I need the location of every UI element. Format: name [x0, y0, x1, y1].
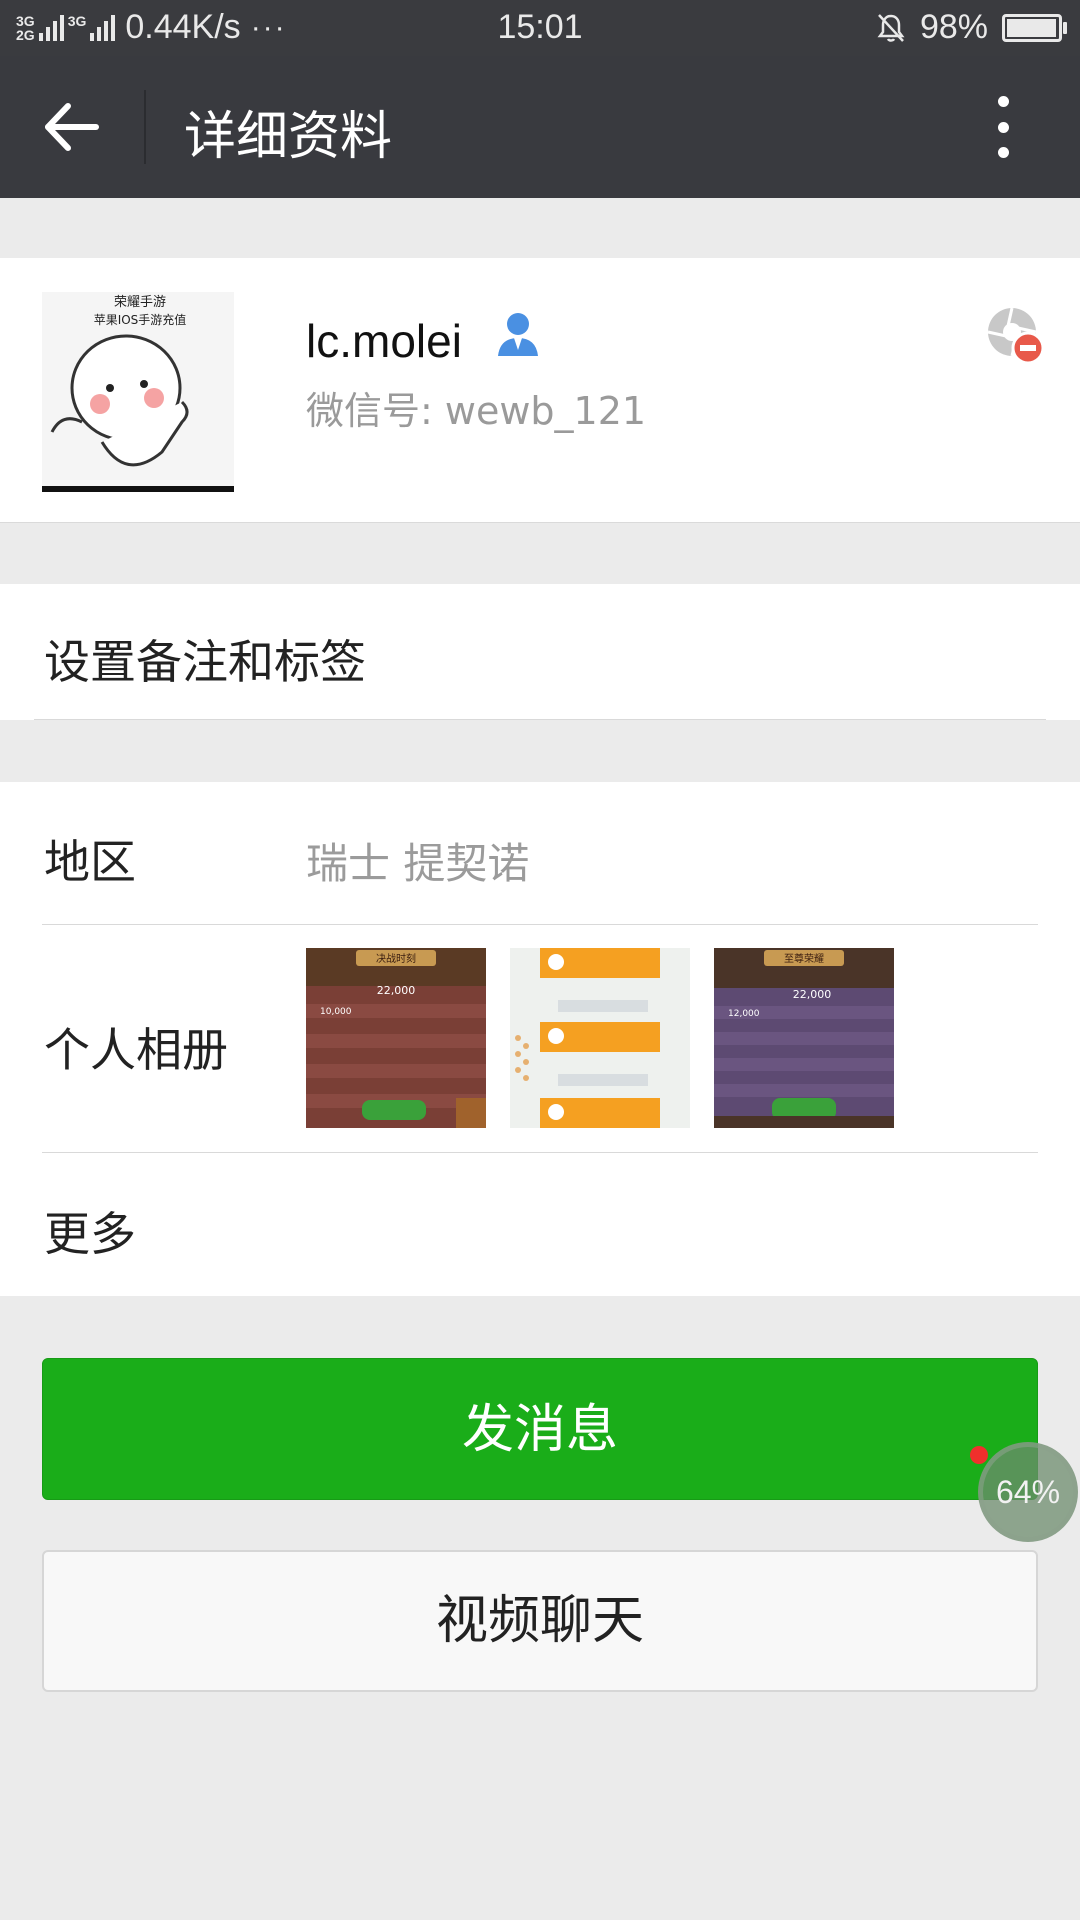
more-button[interactable] [988, 96, 1018, 158]
arrow-left-icon [45, 103, 99, 151]
dot [997, 96, 1009, 107]
dot [997, 147, 1009, 158]
page-title: 详细资料 [184, 107, 393, 167]
video-chat-button[interactable]: 视频聊天 [42, 1550, 1038, 1692]
title-bar: 详细资料 [0, 56, 1080, 198]
avatar-text-2: 苹果IOS手游充值 [94, 312, 187, 327]
album-thumbnail-3[interactable]: 至尊荣耀 22,000 12,000 [714, 948, 894, 1128]
album-thumbnail-2[interactable] [510, 948, 690, 1128]
person-icon [498, 313, 538, 356]
divider [34, 719, 1046, 720]
send-message-button[interactable]: 发消息 [42, 1358, 1038, 1500]
dot [997, 121, 1009, 133]
moments-blocked-icon [987, 307, 1045, 365]
status-bar: 3G 2G 3G 0.44K/s ··· 15:01 98% [0, 0, 1080, 56]
remark-label: 设置备注和标签 [44, 635, 366, 689]
album-label: 个人相册 [44, 1023, 228, 1077]
remark-row[interactable]: 设置备注和标签 [0, 584, 1080, 720]
profile-card: 荣耀手游 苹果IOS手游充值 lc.molei 微信号: wewb_121 [0, 258, 1080, 523]
title-divider [144, 90, 146, 164]
divider [42, 924, 1038, 925]
region-value: 瑞士 提契诺 [306, 839, 530, 888]
avatar[interactable]: 荣耀手游 苹果IOS手游充值 [42, 292, 234, 492]
bell-muted-icon [877, 13, 905, 42]
battery-icon [1002, 13, 1067, 42]
battery-percent: 98% [919, 8, 988, 46]
svg-text:10,000: 10,000 [320, 1007, 352, 1017]
album-thumbnail-1[interactable]: 决战时刻 22,000 10,000 [306, 948, 486, 1128]
more-row-label[interactable]: 更多 [44, 1198, 136, 1264]
svg-text:决战时刻: 决战时刻 [376, 952, 416, 965]
wechat-id: 微信号: wewb_121 [306, 389, 647, 433]
profile-name: lc.molei [306, 315, 462, 367]
svg-text:12,000: 12,000 [728, 1009, 760, 1019]
divider [42, 1152, 1038, 1153]
svg-text:22,000: 22,000 [793, 988, 832, 1001]
back-button[interactable] [40, 96, 102, 158]
svg-text:22,000: 22,000 [377, 984, 416, 997]
status-right: 98% [876, 8, 1067, 47]
svg-text:至尊荣耀: 至尊荣耀 [784, 952, 824, 965]
region-label: 地区 [44, 835, 136, 889]
avatar-text-1: 荣耀手游 [114, 295, 166, 310]
info-card: 地区 瑞士 提契诺 个人相册 决战时刻 22,000 10,000 至尊荣耀 2… [0, 782, 1080, 1296]
avatar-image: 荣耀手游 苹果IOS手游充值 [42, 292, 234, 492]
floating-speed-ball[interactable]: 64% [978, 1442, 1078, 1542]
notification-dot [970, 1446, 988, 1464]
